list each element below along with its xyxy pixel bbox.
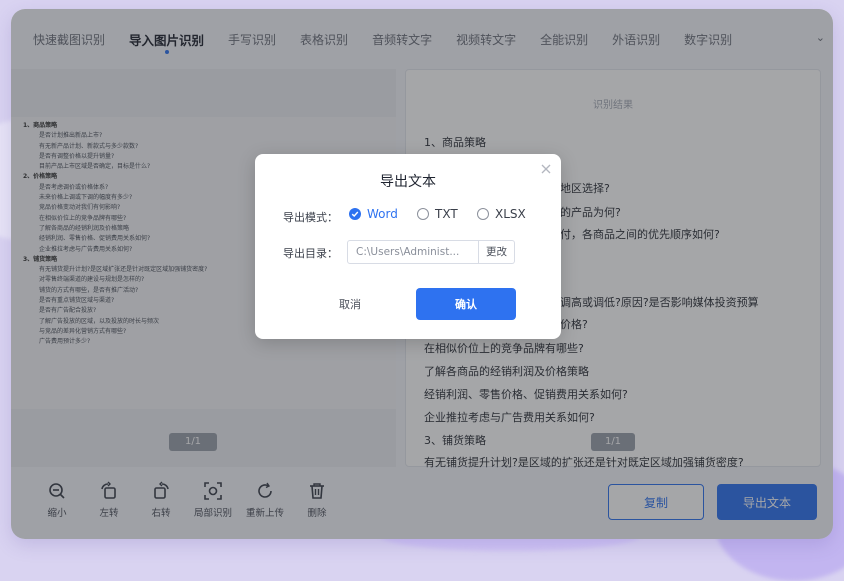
mode-xlsx-radio[interactable]: XLSX bbox=[477, 207, 526, 221]
export-dir-input[interactable]: C:\Users\Administ... bbox=[347, 240, 479, 264]
radio-checked-icon bbox=[349, 208, 361, 220]
export-dialog: 导出文本 导出模式： Word TXT XLSX 导出目录： C:\Users\… bbox=[255, 154, 561, 339]
export-dir-label: 导出目录： bbox=[283, 247, 338, 260]
confirm-button[interactable]: 确认 bbox=[416, 288, 516, 320]
export-mode-label: 导出模式： bbox=[283, 211, 338, 224]
radio-unchecked-icon bbox=[477, 208, 489, 220]
change-dir-button[interactable]: 更改 bbox=[479, 240, 515, 264]
mode-txt-radio[interactable]: TXT bbox=[417, 207, 458, 221]
cancel-button[interactable]: 取消 bbox=[303, 288, 397, 320]
close-icon[interactable] bbox=[539, 162, 553, 176]
dialog-title: 导出文本 bbox=[380, 174, 436, 190]
app-window: 快速截图识别 导入图片识别 手写识别 表格识别 音频转文字 视频转文字 全能识别… bbox=[11, 9, 833, 539]
mode-word-label: Word bbox=[367, 207, 398, 221]
mode-xlsx-label: XLSX bbox=[495, 207, 526, 221]
mode-word-radio[interactable]: Word bbox=[349, 207, 398, 221]
mode-txt-label: TXT bbox=[435, 207, 458, 221]
radio-unchecked-icon bbox=[417, 208, 429, 220]
